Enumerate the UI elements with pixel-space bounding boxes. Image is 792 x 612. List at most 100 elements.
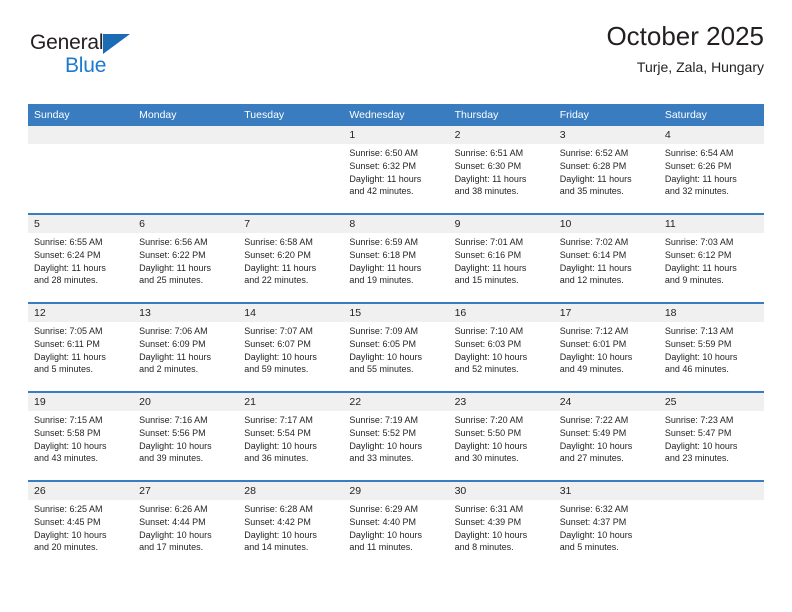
- day-daylight-b-text: and 15 minutes.: [454, 275, 519, 286]
- day-number[interactable]: 9: [448, 215, 554, 233]
- day-cell[interactable]: Sunrise: 7:01 AM Sunset: 6:16 PM Daylight:…: [448, 233, 554, 302]
- day-sunset-text: Sunset: 6:16 PM: [454, 249, 522, 260]
- day-cell[interactable]: Sunrise: 6:52 AM Sunset: 6:28 PM Daylight:…: [553, 144, 659, 213]
- day-number[interactable]: 27: [133, 482, 239, 500]
- day-number[interactable]: 18: [658, 304, 764, 322]
- day-number[interactable]: 29: [343, 482, 449, 500]
- day-daylight-a-text: Daylight: 10 hours: [454, 351, 528, 362]
- day-number[interactable]: 20: [133, 393, 239, 411]
- day-sunset-text: Sunset: 6:24 PM: [34, 249, 101, 260]
- day-number[interactable]: 7: [238, 215, 344, 233]
- day-number[interactable]: 5: [28, 215, 134, 233]
- day-sunset-text: Sunset: 5:54 PM: [244, 427, 311, 438]
- general-blue-logo: General Blue: [30, 32, 230, 90]
- page-title: October 2025: [606, 21, 764, 51]
- day-cell[interactable]: Sunrise: 6:28 AM Sunset: 4:42 PM Daylight:…: [238, 500, 344, 569]
- day-daylight-b-text: and 27 minutes.: [559, 453, 624, 464]
- day-cell[interactable]: Sunrise: 7:03 AM Sunset: 6:12 PM Daylight:…: [658, 233, 764, 302]
- day-cell[interactable]: Sunrise: 7:02 AM Sunset: 6:14 PM Daylight:…: [553, 233, 659, 302]
- day-sunrise-text: Sunrise: 7:13 AM: [664, 326, 734, 336]
- day-sunset-text: Sunset: 6:32 PM: [349, 160, 416, 171]
- day-cell[interactable]: Sunrise: 7:16 AM Sunset: 5:56 PM Daylight:…: [133, 411, 239, 480]
- title-block: October 2025 Turje, Zala, Hungary: [606, 21, 764, 75]
- day-cell[interactable]: Sunrise: 7:20 AM Sunset: 5:50 PM Daylight:…: [448, 411, 554, 480]
- day-cell[interactable]: Sunrise: 7:15 AM Sunset: 5:58 PM Daylight:…: [28, 411, 134, 480]
- day-number[interactable]: 11: [658, 215, 764, 233]
- day-cell[interactable]: Sunrise: 7:09 AM Sunset: 6:05 PM Daylight:…: [343, 322, 449, 391]
- day-cell[interactable]: Sunrise: 6:55 AM Sunset: 6:24 PM Daylight:…: [28, 233, 134, 302]
- day-number[interactable]: 21: [238, 393, 344, 411]
- day-sunrise-text: Sunrise: 6:59 AM: [349, 237, 418, 247]
- day-cell[interactable]: Sunrise: 6:32 AM Sunset: 4:37 PM Daylight:…: [553, 500, 659, 569]
- day-number[interactable]: 14: [238, 304, 344, 322]
- day-number[interactable]: 25: [658, 393, 764, 411]
- day-cell[interactable]: Sunrise: 6:25 AM Sunset: 4:45 PM Daylight:…: [28, 500, 134, 569]
- day-daylight-a-text: Daylight: 11 hours: [664, 173, 737, 184]
- day-sunset-text: Sunset: 5:58 PM: [34, 427, 101, 438]
- day-number[interactable]: 31: [553, 482, 659, 500]
- day-sunset-text: Sunset: 4:40 PM: [349, 516, 416, 527]
- weekday-header-wednesday: Wednesday: [343, 104, 449, 126]
- day-cell[interactable]: Sunrise: 6:54 AM Sunset: 6:26 PM Daylight:…: [658, 144, 764, 213]
- day-number[interactable]: 8: [343, 215, 449, 233]
- day-cell[interactable]: Sunrise: 6:50 AM Sunset: 6:32 PM Daylight:…: [343, 144, 449, 213]
- day-cell[interactable]: Sunrise: 7:07 AM Sunset: 6:07 PM Daylight:…: [238, 322, 344, 391]
- day-number[interactable]: 15: [343, 304, 449, 322]
- day-cell[interactable]: Sunrise: 6:29 AM Sunset: 4:40 PM Daylight:…: [343, 500, 449, 569]
- day-cell[interactable]: Sunrise: 6:59 AM Sunset: 6:18 PM Daylight:…: [343, 233, 449, 302]
- day-sunrise-text: Sunrise: 6:56 AM: [139, 237, 208, 247]
- day-number[interactable]: 22: [343, 393, 449, 411]
- day-number[interactable]: 28: [238, 482, 344, 500]
- day-cell[interactable]: Sunrise: 7:10 AM Sunset: 6:03 PM Daylight:…: [448, 322, 554, 391]
- day-cell[interactable]: Sunrise: 6:51 AM Sunset: 6:30 PM Daylight:…: [448, 144, 554, 213]
- weekday-header-tuesday: Tuesday: [238, 104, 344, 126]
- day-cell[interactable]: Sunrise: 6:26 AM Sunset: 4:44 PM Daylight:…: [133, 500, 239, 569]
- day-daylight-a-text: Daylight: 11 hours: [34, 262, 106, 273]
- day-cell[interactable]: Sunrise: 7:19 AM Sunset: 5:52 PM Daylight:…: [343, 411, 449, 480]
- day-sunset-text: Sunset: 6:20 PM: [244, 249, 311, 260]
- day-sunrise-text: Sunrise: 7:03 AM: [664, 237, 734, 247]
- day-sunset-text: Sunset: 6:28 PM: [559, 160, 627, 171]
- day-number[interactable]: 24: [553, 393, 659, 411]
- day-daylight-b-text: and 38 minutes.: [454, 186, 519, 197]
- day-sunrise-text: Sunrise: 6:54 AM: [664, 148, 734, 158]
- day-number[interactable]: 4: [658, 126, 764, 144]
- day-daylight-a-text: Daylight: 10 hours: [349, 440, 422, 451]
- day-cell[interactable]: Sunrise: 6:31 AM Sunset: 4:39 PM Daylight:…: [448, 500, 554, 569]
- day-cell[interactable]: Sunrise: 6:58 AM Sunset: 6:20 PM Daylight:…: [238, 233, 344, 302]
- day-daylight-a-text: Daylight: 10 hours: [244, 440, 317, 451]
- day-number[interactable]: 6: [133, 215, 239, 233]
- day-number[interactable]: 30: [448, 482, 554, 500]
- day-number[interactable]: 23: [448, 393, 554, 411]
- day-number-row: 1234: [28, 126, 764, 144]
- day-number[interactable]: 16: [448, 304, 554, 322]
- day-cell[interactable]: Sunrise: 7:13 AM Sunset: 5:59 PM Daylight:…: [658, 322, 764, 391]
- day-sunset-text: Sunset: 6:09 PM: [139, 338, 206, 349]
- day-cell[interactable]: Sunrise: 7:12 AM Sunset: 6:01 PM Daylight:…: [553, 322, 659, 391]
- day-number[interactable]: 12: [28, 304, 134, 322]
- day-cell[interactable]: Sunrise: 7:06 AM Sunset: 6:09 PM Daylight:…: [133, 322, 239, 391]
- day-daylight-a-text: Daylight: 10 hours: [244, 529, 317, 540]
- sunrise-sunset-calendar: Sunday Monday Tuesday Wednesday Thursday…: [28, 104, 764, 569]
- day-cell[interactable]: Sunrise: 7:17 AM Sunset: 5:54 PM Daylight:…: [238, 411, 344, 480]
- day-sunset-text: Sunset: 6:18 PM: [349, 249, 416, 260]
- day-number[interactable]: 3: [553, 126, 659, 144]
- day-cell[interactable]: Sunrise: 7:22 AM Sunset: 5:49 PM Daylight:…: [553, 411, 659, 480]
- day-number[interactable]: 10: [553, 215, 659, 233]
- logo-triangle-icon: [103, 34, 130, 54]
- day-daylight-b-text: and 35 minutes.: [559, 186, 624, 197]
- day-daylight-a-text: Daylight: 10 hours: [559, 529, 633, 540]
- day-number[interactable]: 13: [133, 304, 239, 322]
- logo-text-blue: Blue: [65, 54, 107, 77]
- day-daylight-a-text: Daylight: 11 hours: [664, 262, 737, 273]
- day-number[interactable]: 26: [28, 482, 134, 500]
- day-cell[interactable]: Sunrise: 6:56 AM Sunset: 6:22 PM Daylight:…: [133, 233, 239, 302]
- day-number[interactable]: 19: [28, 393, 134, 411]
- day-cell[interactable]: Sunrise: 7:23 AM Sunset: 5:47 PM Daylight:…: [658, 411, 764, 480]
- day-daylight-a-text: Daylight: 10 hours: [34, 440, 107, 451]
- day-cell[interactable]: Sunrise: 7:05 AM Sunset: 6:11 PM Daylight:…: [28, 322, 134, 391]
- day-daylight-b-text: and 39 minutes.: [139, 453, 204, 464]
- day-number[interactable]: 2: [448, 126, 554, 144]
- day-number[interactable]: 1: [343, 126, 449, 144]
- day-number[interactable]: 17: [553, 304, 659, 322]
